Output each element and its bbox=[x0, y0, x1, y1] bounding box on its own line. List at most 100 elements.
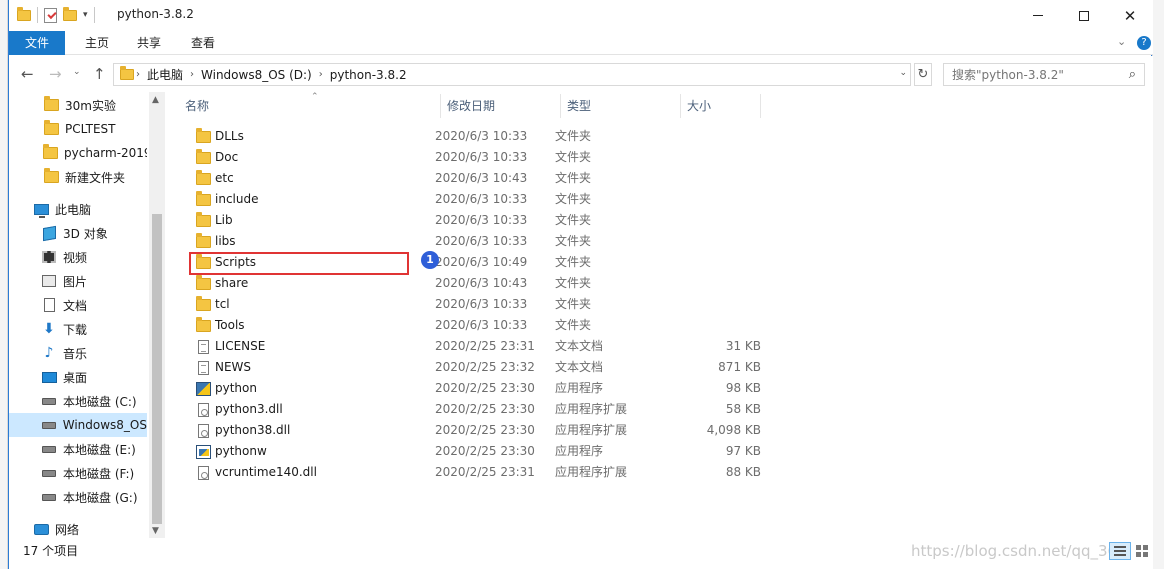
navigation-row: ← → ⌄ ↑ › 此电脑 › Windows8_OS (D:) › pytho… bbox=[9, 56, 1153, 92]
breadcrumb-drive[interactable]: Windows8_OS (D:) bbox=[196, 68, 317, 82]
table-row[interactable]: libs 2020/6/3 10:33 文件夹 bbox=[183, 231, 779, 252]
toolbar-separator bbox=[37, 7, 38, 23]
nav-item-label: 下载 bbox=[63, 322, 88, 337]
file-type: 应用程序扩展 bbox=[555, 423, 628, 437]
nav-item-3d-objects[interactable]: 3D 对象 bbox=[9, 221, 147, 245]
address-history-icon[interactable]: ⌄ bbox=[899, 68, 907, 78]
nav-item-downloads[interactable]: ⬇ 下载 bbox=[9, 317, 147, 341]
table-row[interactable]: vcruntime140.dll 2020/2/25 23:31 应用程序扩展 … bbox=[183, 462, 779, 483]
new-folder-icon[interactable] bbox=[63, 6, 77, 21]
nav-item-label: 音乐 bbox=[63, 346, 88, 361]
nav-item-drive-f[interactable]: 本地磁盘 (F:) bbox=[9, 461, 147, 485]
file-type: 应用程序扩展 bbox=[555, 465, 628, 479]
nav-pane-scrollbar[interactable]: ▲ ▼ bbox=[149, 92, 165, 538]
table-row[interactable]: Lib 2020/6/3 10:33 文件夹 bbox=[183, 210, 779, 231]
table-row[interactable]: DLLs 2020/6/3 10:33 文件夹 bbox=[183, 126, 779, 147]
nav-item-30m[interactable]: 30m实验 bbox=[9, 93, 147, 117]
table-row[interactable]: python 2020/2/25 23:30 应用程序 98 KB bbox=[183, 378, 779, 399]
nav-item-label: 网络 bbox=[55, 522, 80, 537]
table-row[interactable]: Tools 2020/6/3 10:33 文件夹 bbox=[183, 315, 779, 336]
help-icon[interactable]: ? bbox=[1137, 36, 1151, 50]
column-header-size[interactable]: 大小 bbox=[681, 94, 761, 118]
table-row[interactable]: NEWS 2020/2/25 23:32 文本文档 871 KB bbox=[183, 357, 779, 378]
title-bar: ▾ python-3.8.2 ✕ bbox=[9, 0, 1153, 31]
scripts-highlight-box bbox=[189, 252, 409, 275]
nav-item-drive-c[interactable]: 本地磁盘 (C:) bbox=[9, 389, 147, 413]
nav-item-this-pc[interactable]: 此电脑 bbox=[9, 197, 147, 221]
column-header-type[interactable]: 类型 bbox=[561, 94, 681, 118]
nav-item-drive-g[interactable]: 本地磁盘 (G:) bbox=[9, 485, 147, 509]
breadcrumb-this-pc[interactable]: 此电脑 bbox=[142, 66, 188, 83]
minimize-button[interactable] bbox=[1015, 0, 1061, 31]
tab-file[interactable]: 文件 bbox=[9, 31, 65, 55]
music-icon: ♪ bbox=[44, 345, 54, 361]
nav-item-music[interactable]: ♪ 音乐 bbox=[9, 341, 147, 365]
video-icon bbox=[42, 251, 56, 263]
forward-arrow-icon[interactable]: → bbox=[49, 65, 62, 83]
table-row[interactable]: include 2020/6/3 10:33 文件夹 bbox=[183, 189, 779, 210]
file-size: 98 KB bbox=[725, 381, 761, 395]
chevron-down-icon[interactable]: ▼ bbox=[152, 526, 159, 536]
file-name-cell: python38.dll bbox=[195, 420, 290, 441]
nav-item-desktop[interactable]: 桌面 bbox=[9, 365, 147, 389]
address-bar[interactable]: › 此电脑 › Windows8_OS (D:) › python-3.8.2 … bbox=[113, 63, 911, 86]
file-name: NEWS bbox=[215, 360, 252, 374]
table-row[interactable]: python3.dll 2020/2/25 23:30 应用程序扩展 58 KB bbox=[183, 399, 779, 420]
table-row[interactable]: LICENSE 2020/2/25 23:31 文本文档 31 KB bbox=[183, 336, 779, 357]
table-row[interactable]: pythonw 2020/2/25 23:30 应用程序 97 KB bbox=[183, 441, 779, 462]
table-row[interactable]: tcl 2020/6/3 10:33 文件夹 bbox=[183, 294, 779, 315]
music-icon: ♪ bbox=[41, 345, 57, 361]
details-view-button[interactable] bbox=[1109, 542, 1131, 560]
close-button[interactable]: ✕ bbox=[1107, 0, 1153, 31]
up-arrow-icon[interactable]: ↑ bbox=[93, 65, 106, 83]
tab-home[interactable]: 主页 bbox=[73, 31, 121, 55]
file-size bbox=[675, 231, 761, 252]
search-input[interactable] bbox=[944, 64, 1114, 85]
refresh-button[interactable]: ↻ bbox=[914, 63, 932, 86]
python-window-app-icon bbox=[195, 444, 211, 459]
file-name-cell: Tools bbox=[195, 315, 245, 336]
chevron-up-icon[interactable]: ▲ bbox=[152, 95, 159, 105]
tab-share[interactable]: 共享 bbox=[123, 31, 175, 55]
file-date: 2020/2/25 23:30 bbox=[435, 423, 535, 437]
nav-item-pictures[interactable]: 图片 bbox=[9, 269, 147, 293]
breadcrumb-folder[interactable]: python-3.8.2 bbox=[325, 68, 412, 82]
folder-icon bbox=[43, 120, 59, 136]
nav-item-drive-d[interactable]: Windows8_OS bbox=[9, 413, 147, 437]
nav-item-new-folder[interactable]: 新建文件夹 bbox=[9, 165, 147, 189]
python-app-icon bbox=[195, 381, 211, 396]
chevron-right-icon[interactable]: › bbox=[134, 69, 142, 80]
search-icon[interactable]: ⌕ bbox=[1129, 67, 1136, 82]
back-arrow-icon[interactable]: ← bbox=[21, 65, 34, 83]
nav-item-pcltest[interactable]: PCLTEST bbox=[9, 117, 147, 141]
table-row[interactable]: python38.dll 2020/2/25 23:30 应用程序扩展 4,09… bbox=[183, 420, 779, 441]
file-name: DLLs bbox=[215, 129, 244, 143]
column-header-date[interactable]: 修改日期 bbox=[441, 94, 561, 118]
file-size bbox=[675, 147, 761, 168]
3d-objects-icon bbox=[42, 225, 56, 241]
table-row[interactable]: share 2020/6/3 10:43 文件夹 bbox=[183, 273, 779, 294]
chevron-right-icon[interactable]: › bbox=[317, 69, 325, 80]
properties-icon[interactable] bbox=[44, 7, 57, 23]
file-name-cell: etc bbox=[195, 168, 234, 189]
file-size bbox=[675, 315, 761, 336]
expand-ribbon-icon[interactable]: ⌄ bbox=[1117, 35, 1126, 48]
recent-locations-icon[interactable]: ⌄ bbox=[73, 67, 81, 77]
table-row[interactable]: Doc 2020/6/3 10:33 文件夹 bbox=[183, 147, 779, 168]
file-date: 2020/6/3 10:49 bbox=[435, 255, 528, 269]
search-box[interactable]: ⌕ bbox=[943, 63, 1145, 86]
picture-icon bbox=[42, 275, 56, 287]
nav-item-pycharm[interactable]: pycharm-2019. bbox=[9, 141, 147, 165]
file-type: 文本文档 bbox=[555, 360, 604, 374]
table-row[interactable]: etc 2020/6/3 10:43 文件夹 bbox=[183, 168, 779, 189]
nav-item-drive-e[interactable]: 本地磁盘 (E:) bbox=[9, 437, 147, 461]
scrollbar-thumb[interactable] bbox=[152, 214, 162, 524]
chevron-right-icon[interactable]: › bbox=[188, 69, 196, 80]
tab-view[interactable]: 查看 bbox=[177, 31, 229, 55]
column-header-name[interactable]: 名称 bbox=[179, 94, 441, 118]
nav-item-videos[interactable]: 视频 bbox=[9, 245, 147, 269]
nav-item-documents[interactable]: 文档 bbox=[9, 293, 147, 317]
chevron-down-icon[interactable]: ▾ bbox=[83, 10, 88, 20]
maximize-button[interactable] bbox=[1061, 0, 1107, 31]
large-icons-view-button[interactable] bbox=[1133, 542, 1151, 560]
